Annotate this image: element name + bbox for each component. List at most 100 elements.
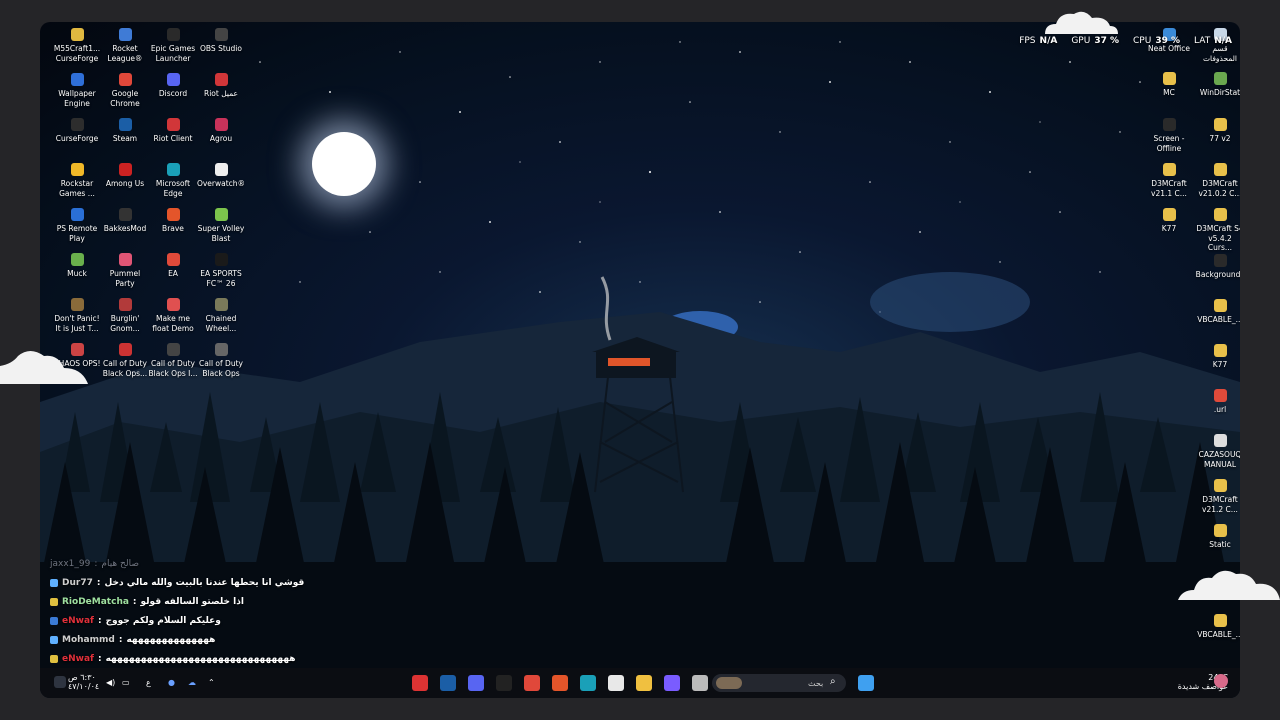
left-desktop-icon[interactable]: Rocket League® [100, 28, 150, 63]
copilot-icon[interactable] [664, 675, 680, 691]
left-desktop-icon[interactable]: CurseForge [52, 118, 102, 144]
right-desktop-icon[interactable]: K77 [1195, 344, 1240, 370]
left-desktop-icon[interactable]: Agrou [196, 118, 246, 144]
brave-icon[interactable] [552, 675, 568, 691]
desktop-icon-label: Super Volley Blast [197, 224, 245, 243]
right-desktop-icon[interactable]: VBCABLE_... [1195, 614, 1240, 640]
left-desktop-icon[interactable]: Microsoft Edge [148, 163, 198, 198]
left-desktop-icon[interactable]: Google Chrome [100, 73, 150, 108]
left-desktop-icon[interactable]: Discord [148, 73, 198, 99]
onedrive-icon[interactable]: ☁ [188, 678, 196, 687]
desktop-icon-label: D3MCraft v21.0.2 C... [1198, 179, 1240, 198]
clock[interactable]: ٦:٣٠ ص ٤٧/١٠/٠٤ [68, 673, 99, 691]
left-desktop-icon[interactable]: Riot عميل [196, 73, 246, 99]
right-desktop-icon[interactable]: VBCABLE_... [1195, 299, 1240, 325]
left-desktop-icon[interactable]: Riot Client [148, 118, 198, 144]
search-box[interactable]: بحث ⌕ [712, 674, 846, 692]
desktop-icon-label: BakkesMod [103, 224, 147, 233]
steam-icon[interactable] [440, 675, 456, 691]
desktop-icon-label: Riot عميل [204, 89, 238, 98]
app-icon [70, 118, 84, 131]
app-icon [118, 118, 132, 131]
files-icon[interactable] [636, 675, 652, 691]
left-desktop-icon[interactable]: Epic Games Launcher [148, 28, 198, 63]
language-indicator[interactable]: ع [146, 678, 151, 687]
right-desktop-icon[interactable]: MC [1144, 72, 1194, 98]
desktop-icon-label: Agrou [209, 134, 233, 143]
right-desktop-icon[interactable]: 77 v2 [1195, 118, 1240, 144]
right-desktop-icon[interactable]: D3MCraft S4 v5.4.2 Curs... [1195, 208, 1240, 253]
left-desktop-icon[interactable]: Super Volley Blast [196, 208, 246, 243]
left-desktop-icon[interactable]: PS Remote Play [52, 208, 102, 243]
discord-icon[interactable] [468, 675, 484, 691]
right-desktop-icon[interactable]: CAZASOUQ MANUAL [1195, 434, 1240, 469]
chat-message: Mohammd: ههههههههههههههه [50, 630, 310, 649]
chevron-up-icon[interactable]: ⌃ [208, 678, 215, 687]
microphone-icon[interactable]: ● [168, 678, 175, 687]
chrome-icon[interactable] [524, 675, 540, 691]
right-desktop-icon[interactable]: Backgrounds [1195, 254, 1240, 280]
app-icon [118, 343, 132, 356]
left-desktop-icon[interactable]: EA SPORTS FC™ 26 [196, 253, 246, 288]
desktop-icon-label: Call of Duty Black Ops... [102, 359, 148, 378]
left-desktop-icon[interactable]: Wallpaper Engine [52, 73, 102, 108]
chat-username: eNwaf [62, 615, 94, 626]
task-view-icon[interactable] [692, 675, 708, 691]
left-desktop-icon[interactable]: OBS Studio [196, 28, 246, 54]
left-desktop-icon[interactable]: M55Craft1... CurseForge [52, 28, 102, 63]
left-desktop-icon[interactable]: Call of Duty Black Ops [196, 343, 246, 378]
store-icon[interactable] [608, 675, 624, 691]
right-desktop-icon[interactable]: Screen - Offline [1144, 118, 1194, 153]
desktop-icon-label: Call of Duty Black Ops I... [148, 359, 198, 378]
chat-text: هههههههههههههههههههههههههههههههه [105, 653, 296, 664]
app-icon [1213, 479, 1227, 492]
left-desktop-icon[interactable]: Make me float Demo [148, 298, 198, 333]
right-desktop-icon[interactable]: WinDirStat [1195, 72, 1240, 98]
right-desktop-icon[interactable]: D3MCraft v21.1 C... [1144, 163, 1194, 198]
epic-icon[interactable] [496, 675, 512, 691]
app-icon [166, 73, 180, 86]
left-desktop-icon[interactable]: EA [148, 253, 198, 279]
right-desktop-icon[interactable]: .url [1195, 389, 1240, 415]
desktop-icon-label: Among Us [105, 179, 145, 188]
left-desktop-icon[interactable]: Burglin' Gnom... [100, 298, 150, 333]
app-icon [214, 253, 228, 266]
left-desktop-icon[interactable]: Steam [100, 118, 150, 144]
desktop-icon-label: PS Remote Play [56, 224, 98, 243]
left-desktop-icon[interactable]: Call of Duty Black Ops... [100, 343, 150, 378]
left-desktop-icon[interactable]: Don't Panic! It is Just T... [52, 298, 102, 333]
desktop-icon-label: Riot Client [153, 134, 193, 143]
desktop-icon-label: Pummel Party [109, 269, 141, 288]
left-desktop-icon[interactable]: Call of Duty Black Ops I... [148, 343, 198, 378]
app-icon [214, 208, 228, 221]
volume-icon[interactable]: ◀) [106, 678, 115, 687]
app-icon [1213, 434, 1227, 447]
notification-bell-icon[interactable] [54, 676, 66, 688]
left-desktop-icon[interactable]: Brave [148, 208, 198, 234]
right-desktop-icon[interactable]: K77 [1144, 208, 1194, 234]
start-button[interactable] [858, 675, 874, 691]
app-icon [1213, 118, 1227, 131]
desktop-icon-label: D3MCraft v21.2 C... [1202, 495, 1238, 514]
obs-icon[interactable] [412, 675, 428, 691]
left-desktop-icon[interactable]: Among Us [100, 163, 150, 189]
cpu-readout: CPU 39 % [1133, 36, 1181, 46]
left-desktop-icon[interactable]: Overwatch® [196, 163, 246, 189]
right-desktop-icon[interactable]: Static [1195, 524, 1240, 550]
app-icon [1213, 163, 1227, 176]
right-desktop-icon[interactable]: D3MCraft v21.2 C... [1195, 479, 1240, 514]
desktop-icon-label: Make me float Demo [152, 314, 194, 333]
right-desktop-icon[interactable]: D3MCraft v21.0.2 C... [1195, 163, 1240, 198]
left-desktop-icon[interactable]: Rockstar Games ... [52, 163, 102, 198]
left-desktop-icon[interactable]: Pummel Party [100, 253, 150, 288]
search-highlight-image [716, 677, 742, 689]
left-desktop-icon[interactable]: Muck [52, 253, 102, 279]
taskbar: ٦:٣٠ ص ٤٧/١٠/٠٤ ◀) ▭ ع ● ☁ ⌃ بحث ⌕ 24°C … [40, 668, 1240, 698]
app-icon [214, 73, 228, 86]
left-desktop-icon[interactable]: Chained Wheel... [196, 298, 246, 333]
chat-message: jaxx1_99: صالح هيام [50, 554, 310, 573]
edge-icon[interactable] [580, 675, 596, 691]
desktop-icon-label: VBCABLE_... [1197, 315, 1240, 324]
left-desktop-icon[interactable]: BakkesMod [100, 208, 150, 234]
network-icon[interactable]: ▭ [122, 678, 130, 687]
